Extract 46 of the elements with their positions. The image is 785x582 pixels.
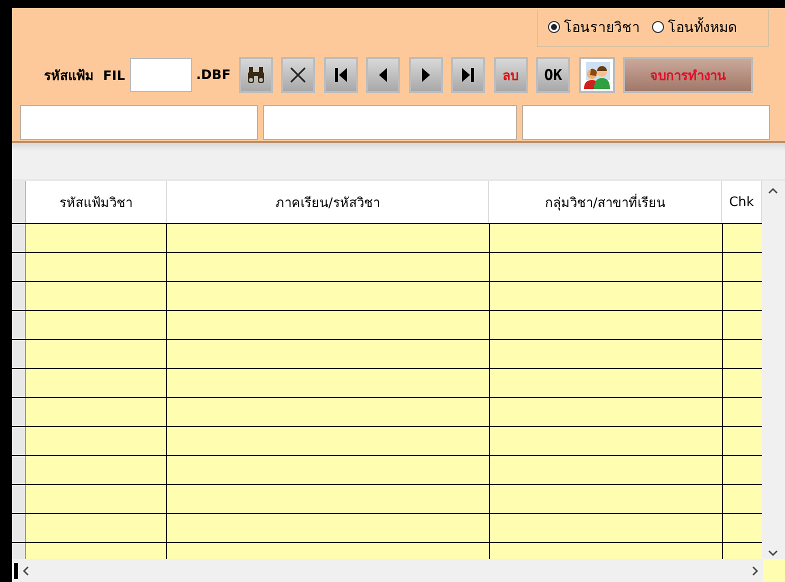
close-button[interactable] xyxy=(281,57,316,93)
previous-icon xyxy=(378,67,388,83)
radio-button[interactable] xyxy=(548,21,560,33)
scroll-up-icon xyxy=(768,187,778,194)
last-button[interactable] xyxy=(451,57,486,93)
row-selector[interactable] xyxy=(12,427,26,455)
radio-label[interactable]: โอนทั้งหมด xyxy=(668,16,737,38)
radio-button[interactable] xyxy=(652,21,664,33)
row-selector[interactable] xyxy=(12,253,26,281)
row-selector[interactable] xyxy=(12,456,26,484)
scroll-down-icon xyxy=(768,550,778,557)
row-selector[interactable] xyxy=(12,485,26,513)
first-button[interactable] xyxy=(324,57,358,93)
row-selector[interactable] xyxy=(12,514,26,542)
next-button[interactable] xyxy=(408,57,443,93)
header-corner xyxy=(12,181,26,223)
binoculars-button[interactable] xyxy=(238,57,273,93)
row-selector[interactable] xyxy=(12,311,26,339)
text-field[interactable] xyxy=(263,105,517,140)
row-selector[interactable] xyxy=(12,282,26,310)
people-icon xyxy=(582,60,612,90)
binoculars-icon xyxy=(246,66,266,84)
scroll-marker xyxy=(14,562,18,578)
people-button[interactable] xyxy=(578,57,615,93)
row-selector[interactable] xyxy=(12,224,26,252)
next-icon xyxy=(420,67,431,83)
close-icon xyxy=(290,67,306,83)
radio-label[interactable]: โอนรายวิชา xyxy=(564,16,640,38)
column-header: ภาคเรียน/รหัสวิชา xyxy=(166,181,490,223)
row-selector[interactable] xyxy=(12,340,26,368)
text-field[interactable] xyxy=(20,105,258,140)
row-selector[interactable] xyxy=(12,369,26,397)
file-code-field[interactable] xyxy=(130,58,192,92)
first-icon xyxy=(334,67,348,83)
file-extension-label: .DBF xyxy=(196,68,231,82)
last-icon xyxy=(461,67,476,83)
scrollbar-corner xyxy=(763,559,785,582)
prev-button[interactable] xyxy=(366,57,400,93)
row-selector[interactable] xyxy=(12,398,26,426)
scroll-right-icon xyxy=(752,566,760,576)
column-header: กลุ่มวิชา/สาขาที่เรียน xyxy=(489,181,722,223)
scroll-left-icon xyxy=(22,566,29,576)
file-code-label: รหัสแฟ้ม FIL xyxy=(44,68,126,86)
ok-button[interactable]: OK xyxy=(536,57,570,93)
text-field[interactable] xyxy=(522,105,770,140)
column-header: รหัสแฟ้มวิชา xyxy=(26,181,167,223)
